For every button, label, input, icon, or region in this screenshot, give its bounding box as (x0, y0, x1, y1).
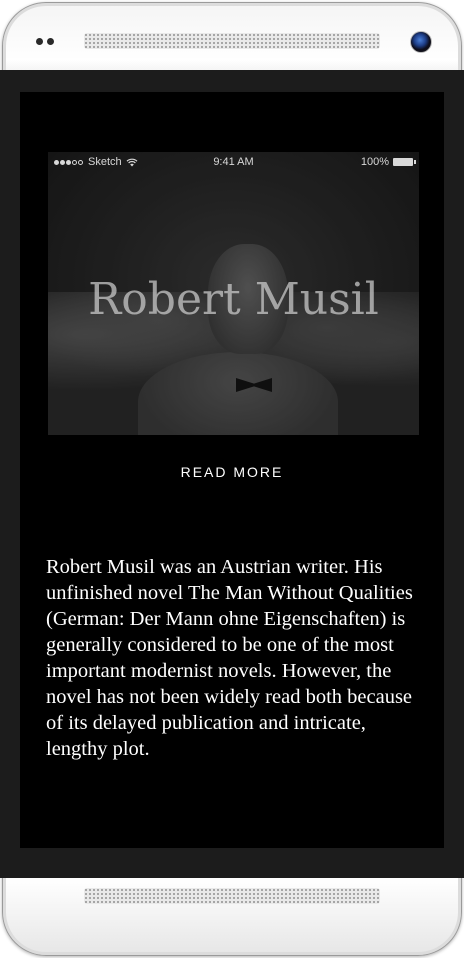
phone-device-frame: Sketch 9:41 AM 100% Robert Musil READ MO… (0, 0, 464, 958)
earpiece-speaker (84, 33, 380, 49)
bio-paragraph: Robert Musil was an Austrian writer. His… (46, 556, 413, 760)
read-more-button[interactable]: READ MORE (20, 464, 444, 480)
status-bar: Sketch 9:41 AM 100% (48, 152, 419, 172)
front-camera-icon (410, 31, 432, 53)
hero-title: Robert Musil (88, 274, 379, 325)
bottom-speaker (84, 888, 380, 904)
hero-image: Sketch 9:41 AM 100% Robert Musil (48, 152, 419, 435)
battery-percentage: 100% (360, 156, 389, 168)
battery-icon (393, 158, 416, 166)
sensor-dots (36, 38, 54, 45)
app-screen: Sketch 9:41 AM 100% Robert Musil READ MO… (20, 92, 444, 848)
